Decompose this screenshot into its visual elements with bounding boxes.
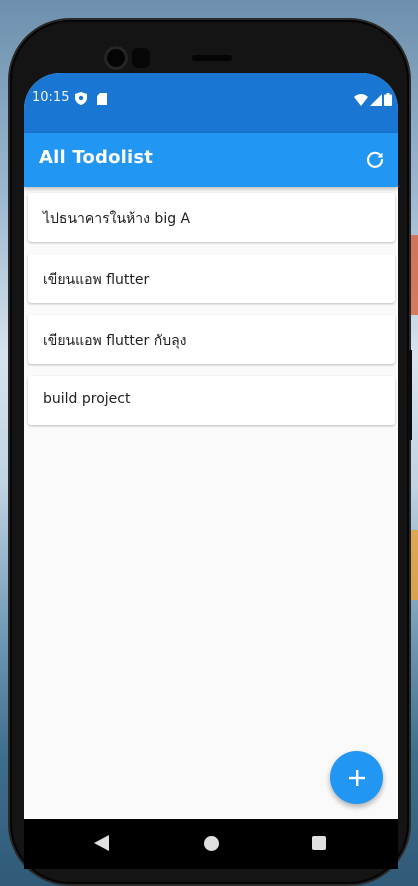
refresh-icon (366, 151, 384, 168)
back-icon[interactable] (94, 835, 109, 855)
add-todo-button[interactable] (330, 751, 383, 804)
earpiece-speaker (192, 55, 232, 61)
home-icon[interactable] (204, 836, 219, 851)
battery-icon (384, 91, 392, 110)
wallpaper-accent (408, 235, 418, 315)
todo-item[interactable]: build project (28, 376, 395, 425)
todo-text: เขียนแอพ flutter (43, 272, 150, 288)
recents-icon[interactable] (312, 836, 326, 850)
shield-icon (75, 90, 87, 109)
signal-icon (370, 91, 382, 110)
status-icons (354, 91, 392, 110)
sensor-icon (132, 48, 150, 68)
todo-item[interactable]: เขียนแอพ flutter (28, 254, 395, 303)
system-nav-bar (24, 819, 398, 869)
sd-card-icon (97, 90, 107, 109)
front-camera-icon (104, 46, 128, 70)
wifi-icon (354, 91, 368, 110)
app-bar: All Todolist (24, 133, 398, 187)
todo-text: เขียนแอพ flutter กับลุง (43, 333, 187, 349)
todo-item[interactable]: เขียนแอพ flutter กับลุง (28, 315, 395, 364)
page-title: All Todolist (39, 147, 154, 168)
status-bar: 10:15 (24, 73, 398, 133)
volume-button (408, 350, 412, 440)
plus-icon (348, 769, 365, 786)
todo-item[interactable]: ไปธนาคารในห้าง big A (28, 193, 395, 242)
status-time: 10:15 (32, 90, 70, 105)
refresh-button[interactable] (362, 147, 388, 173)
todo-text: ไปธนาคารในห้าง big A (43, 211, 191, 227)
todo-text: build project (43, 391, 131, 407)
wallpaper-accent (408, 530, 418, 600)
app-screen: 10:15 All Todolist ไปธนาคารในห้าง big A … (24, 73, 398, 869)
